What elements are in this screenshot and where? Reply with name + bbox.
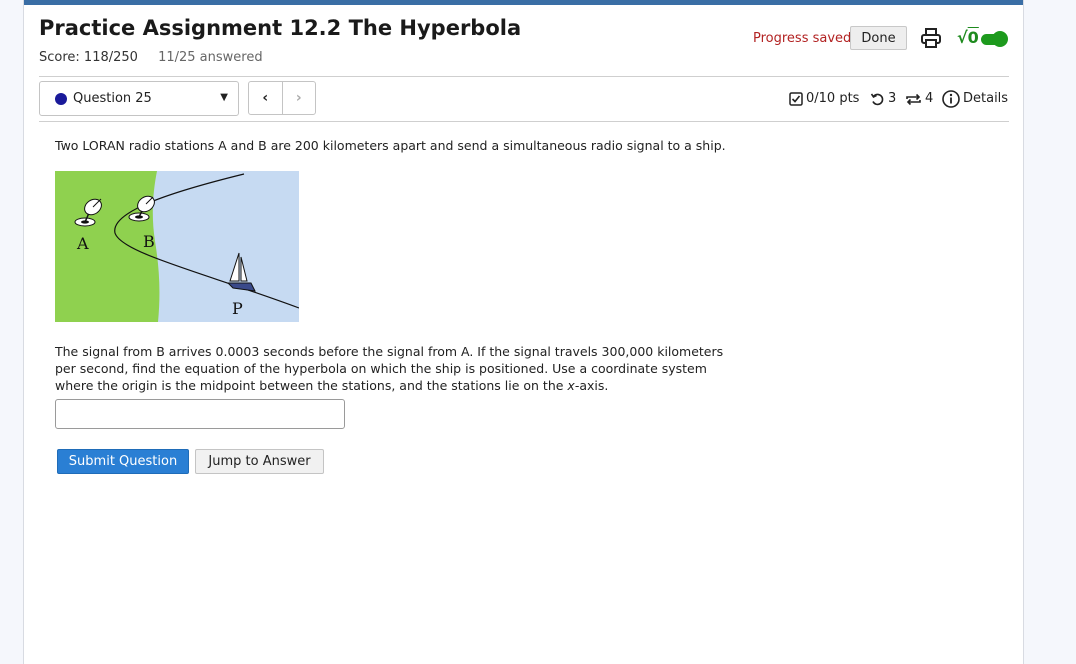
ship-label: P	[232, 299, 243, 318]
question-intro: Two LORAN radio stations A and B are 200…	[55, 138, 726, 153]
attempts-count: 4	[925, 91, 934, 106]
answer-input[interactable]	[55, 399, 345, 429]
assignment-title: Practice Assignment 12.2 The Hyperbola	[39, 16, 522, 40]
next-question-button[interactable]: ›	[283, 82, 316, 114]
info-icon	[942, 90, 960, 108]
checkbox-icon	[789, 92, 803, 106]
score-text: Score: 118/250	[39, 50, 138, 65]
header-divider	[39, 76, 1009, 77]
points-text: 0/10 pts	[806, 91, 860, 106]
question-header-divider	[39, 121, 1009, 122]
retries-indicator: 3	[870, 90, 896, 108]
details-button[interactable]: Details	[942, 90, 1008, 108]
progress-status: Progress saved	[753, 31, 852, 46]
loran-figure: A B P	[55, 171, 300, 322]
question-body-line: per second, find the equation of the hyp…	[55, 361, 707, 376]
math-entry-icon[interactable]: √0	[957, 28, 979, 48]
previous-question-button[interactable]: ‹	[249, 82, 283, 114]
station-b-label: B	[143, 232, 155, 251]
caret-down-icon: ▼	[220, 92, 228, 103]
assignment-page: Practice Assignment 12.2 The Hyperbola S…	[23, 0, 1024, 664]
question-select[interactable]: Question 25 ▼	[39, 81, 239, 116]
attempts-icon	[906, 93, 921, 105]
question-body-line: where the origin is the midpoint between…	[55, 378, 609, 393]
printer-icon[interactable]	[920, 27, 942, 49]
question-status-dot	[55, 93, 67, 105]
question-body-line: The signal from B arrives 0.0003 seconds…	[55, 344, 724, 359]
attempts-indicator: 4	[905, 90, 933, 108]
jump-to-answer-button[interactable]: Jump to Answer	[195, 449, 324, 474]
done-button[interactable]: Done	[850, 26, 907, 50]
math-entry-toggle[interactable]	[981, 31, 1008, 47]
question-pager: ‹ ›	[248, 81, 316, 115]
top-accent-bar	[24, 0, 1023, 5]
question-body: The signal from B arrives 0.0003 seconds…	[55, 343, 755, 394]
question-select-label: Question 25	[73, 91, 152, 106]
retry-icon	[870, 93, 884, 105]
submit-question-button[interactable]: Submit Question	[57, 449, 189, 474]
points-indicator: 0/10 pts	[789, 90, 859, 108]
score-summary: Score: 118/250 11/25 answered	[39, 50, 263, 65]
retries-count: 3	[888, 91, 897, 106]
answered-count: 11/25 answered	[158, 50, 263, 65]
details-label: Details	[963, 91, 1009, 106]
station-a-label: A	[76, 234, 89, 253]
